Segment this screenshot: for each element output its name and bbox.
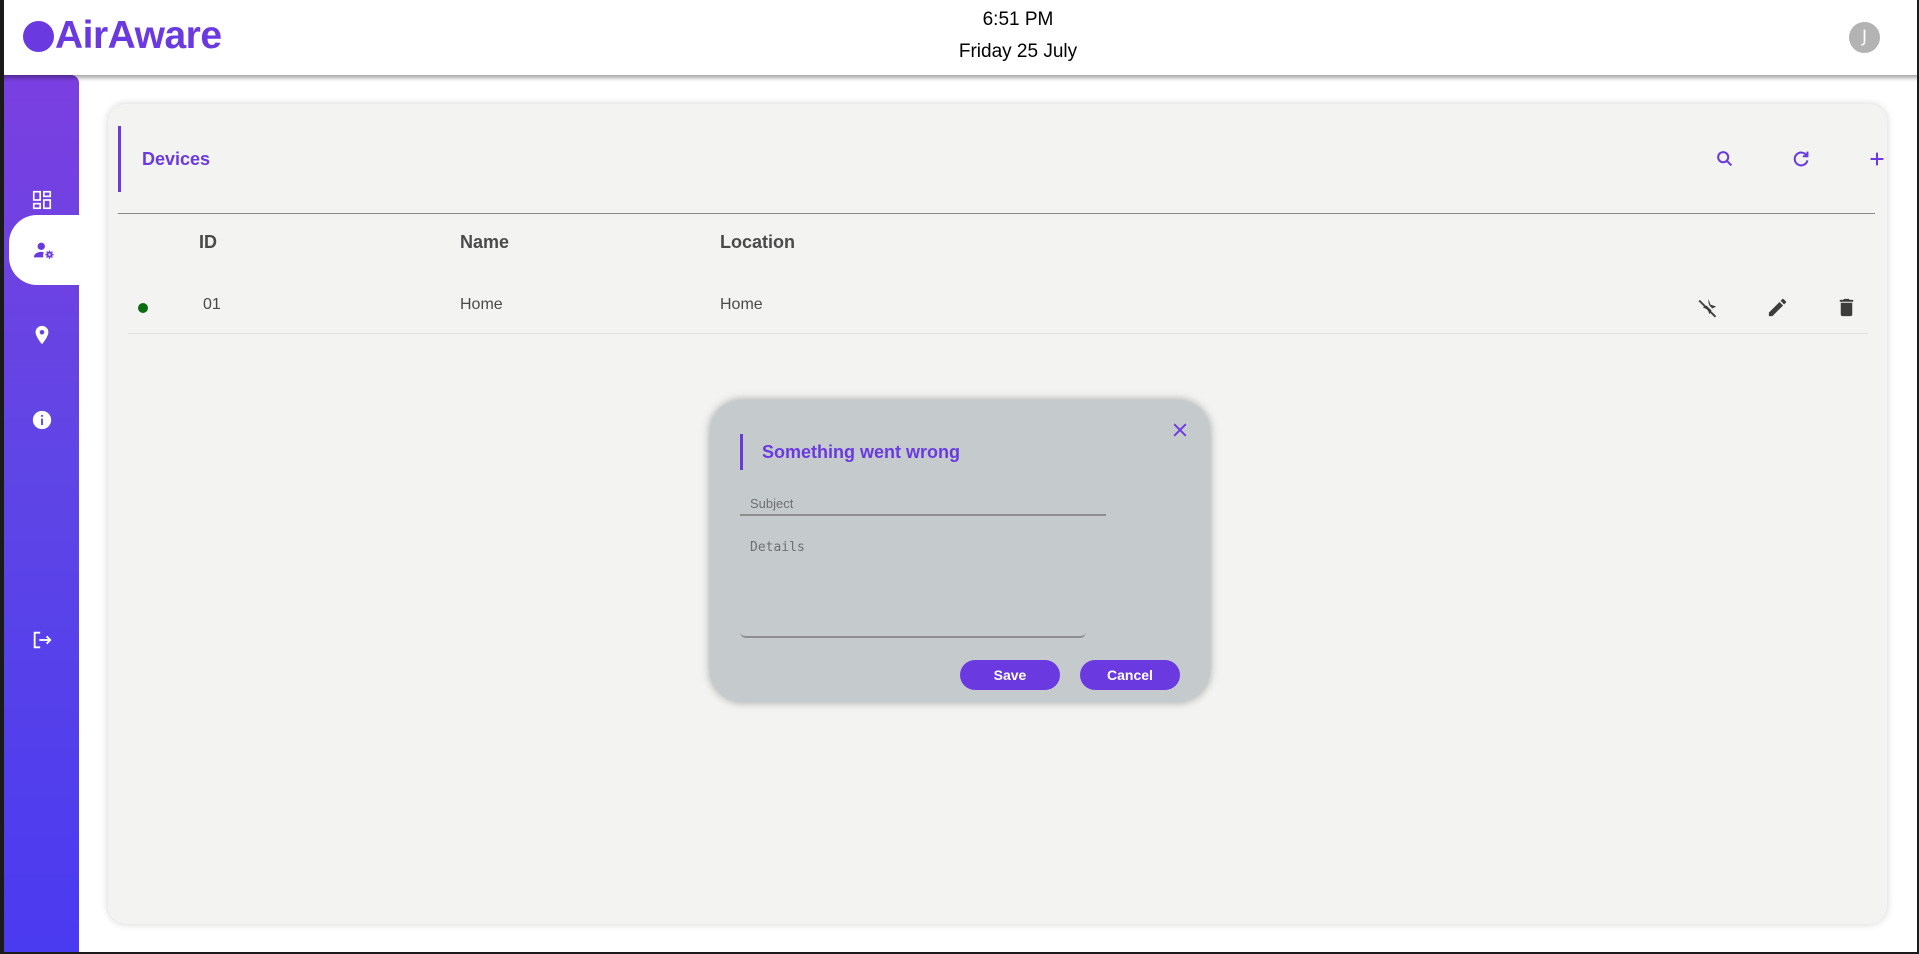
add-icon — [1870, 152, 1884, 166]
dashboard-icon — [32, 190, 51, 210]
current-date: Friday 25 July — [958, 41, 1078, 62]
top-header: AirAware 6:51 PM Friday 25 July J — [0, 0, 1919, 75]
refresh-button[interactable] — [1788, 146, 1814, 172]
sidebar — [4, 75, 79, 952]
sidebar-item-logout[interactable] — [4, 605, 79, 675]
cancel-button[interactable]: Cancel — [1080, 660, 1180, 690]
user-settings-icon — [33, 242, 54, 259]
page-title: Devices — [118, 126, 210, 192]
status-indicator — [138, 303, 148, 313]
delete-button[interactable] — [1833, 294, 1859, 320]
device-location: Home — [720, 296, 763, 313]
notifications-off-icon — [1698, 298, 1716, 317]
search-icon — [1717, 151, 1733, 167]
device-name: Home — [460, 296, 503, 313]
mute-button[interactable] — [1695, 294, 1721, 320]
user-avatar[interactable]: J — [1849, 22, 1880, 53]
current-time: 6:51 PM — [982, 9, 1054, 30]
column-header-id[interactable]: ID — [199, 232, 217, 253]
dialog-title: Something went wrong — [740, 434, 960, 470]
device-id: 01 — [203, 296, 221, 313]
logout-icon — [33, 631, 52, 649]
info-icon — [32, 410, 51, 430]
clock: 6:51 PM Friday 25 July — [0, 8, 1919, 64]
refresh-icon — [1793, 151, 1809, 167]
sidebar-item-devices[interactable] — [9, 215, 79, 285]
location-pin-icon — [35, 325, 48, 345]
search-button[interactable] — [1712, 146, 1738, 172]
add-device-button[interactable] — [1864, 146, 1890, 172]
close-button[interactable] — [1168, 418, 1192, 442]
column-header-location[interactable]: Location — [720, 232, 795, 253]
edit-icon — [1768, 298, 1786, 316]
save-button[interactable]: Save — [960, 660, 1060, 690]
details-textarea[interactable] — [740, 532, 1086, 638]
error-report-dialog: Something went wrong Save Cancel — [710, 400, 1210, 702]
close-icon — [1173, 423, 1187, 437]
delete-icon — [1839, 298, 1853, 316]
column-header-name[interactable]: Name — [460, 232, 509, 253]
card-header: Devices — [118, 122, 1884, 214]
table-row[interactable]: 01 Home Home — [128, 272, 1868, 334]
sidebar-item-info[interactable] — [4, 385, 79, 455]
edit-button[interactable] — [1764, 294, 1790, 320]
sidebar-item-locations[interactable] — [4, 300, 79, 370]
subject-input[interactable] — [740, 492, 1106, 516]
